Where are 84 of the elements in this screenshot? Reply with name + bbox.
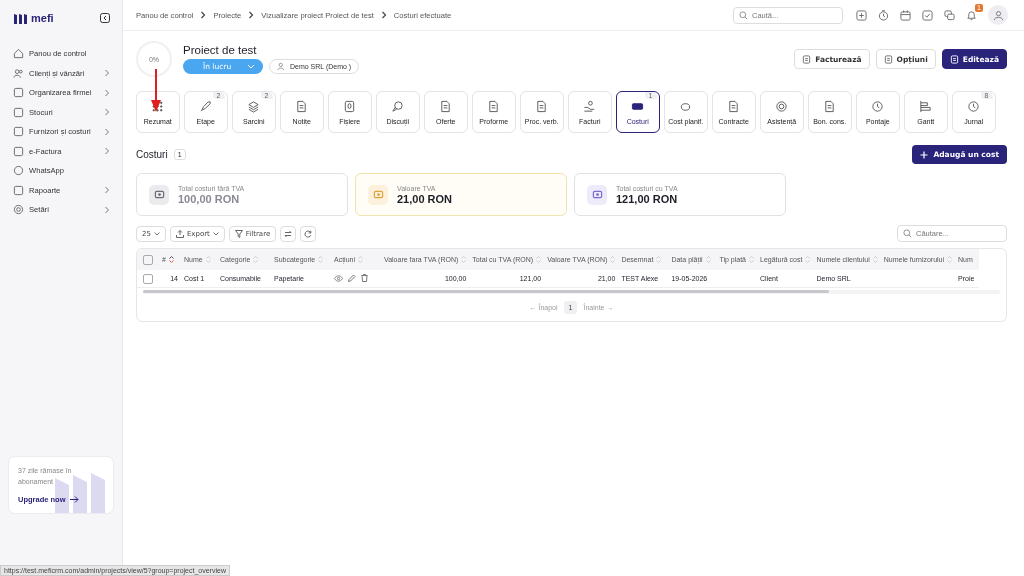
square-icon (13, 145, 24, 157)
chevron-icon (380, 11, 387, 19)
chevron-icon (104, 108, 110, 117)
sort-icon (461, 256, 467, 263)
document-icon (535, 99, 549, 113)
checkbox-icon[interactable] (922, 9, 933, 21)
lifebuoy-icon (775, 99, 789, 113)
timer-icon[interactable] (878, 9, 889, 21)
arrow-drawing (151, 69, 161, 113)
upload-icon (175, 229, 184, 238)
circle-icon (13, 165, 24, 177)
collapse-sidebar-icon[interactable] (100, 13, 110, 23)
gear-icon (13, 204, 24, 216)
calendar-icon[interactable] (900, 9, 911, 21)
people-icon (277, 62, 287, 71)
person-icon (992, 9, 1004, 21)
swap-button[interactable] (280, 225, 297, 242)
clock-icon (967, 99, 981, 113)
square-icon (13, 126, 24, 138)
document-icon (883, 54, 893, 64)
square-icon (13, 87, 24, 99)
sort-icon (536, 256, 542, 263)
refresh-icon (304, 229, 313, 238)
notification-bell-icon[interactable] (966, 9, 977, 21)
bar-chart-icon (919, 99, 933, 113)
home-icon (13, 48, 24, 60)
chevron-icon (104, 205, 110, 214)
funnel-icon (234, 229, 243, 238)
stat-value: 100,00 RON (178, 192, 241, 205)
layers-icon (247, 99, 261, 113)
sort-icon (705, 256, 711, 263)
brand-name: mefi (31, 12, 54, 24)
document-icon (487, 99, 501, 113)
delete-icon[interactable] (361, 274, 368, 283)
horizontal-scrollbar[interactable] (143, 290, 1000, 294)
sort-icon (168, 256, 174, 263)
square-icon (13, 184, 24, 196)
stat-value: 121,00 RON (616, 192, 678, 205)
sort-icon (253, 256, 259, 263)
chevron-icon (104, 147, 110, 156)
row-checkbox[interactable] (143, 273, 153, 284)
file-icon (343, 99, 357, 113)
swap-icon (284, 229, 293, 238)
plus-icon (920, 150, 929, 159)
sort-icon (872, 256, 878, 263)
sort-icon (205, 256, 211, 263)
sort-icon (947, 256, 953, 263)
sort-icon (318, 256, 324, 263)
caret-icon (247, 64, 255, 69)
select-all-checkbox[interactable] (143, 254, 153, 265)
sort-icon (805, 256, 811, 263)
chevron-icon (200, 11, 207, 19)
document-icon (823, 99, 837, 113)
document-icon (802, 54, 812, 64)
clock-icon (871, 99, 885, 113)
chevron-icon (104, 69, 110, 78)
add-icon[interactable] (856, 9, 867, 21)
stat-value: 21,00 RON (397, 192, 453, 205)
view-icon[interactable] (334, 274, 343, 282)
document-icon (295, 99, 309, 113)
people-icon (13, 67, 24, 79)
logo-icon (14, 12, 28, 24)
chevron-icon (104, 186, 110, 195)
document-icon (949, 54, 959, 64)
edit-icon[interactable] (348, 274, 356, 283)
square-icon (13, 106, 24, 118)
project-title: Proiect de test (183, 44, 258, 56)
document-icon (439, 99, 453, 113)
refresh-button[interactable] (300, 225, 317, 242)
chat-icon[interactable] (944, 9, 955, 21)
sort-icon (749, 256, 754, 263)
chevron-icon (104, 88, 110, 97)
chevron-icon (104, 127, 110, 136)
sort-icon (358, 256, 363, 263)
sort-icon (610, 256, 616, 263)
user-avatar[interactable] (988, 5, 1008, 25)
chat-bubble-icon (391, 99, 405, 113)
sort-icon (656, 256, 662, 263)
document-icon (727, 99, 741, 113)
caret-icon (212, 231, 219, 236)
section-title: Costuri (136, 149, 168, 160)
chevron-icon (248, 11, 255, 19)
arrow-icon (69, 496, 79, 504)
caret-icon (153, 231, 160, 236)
